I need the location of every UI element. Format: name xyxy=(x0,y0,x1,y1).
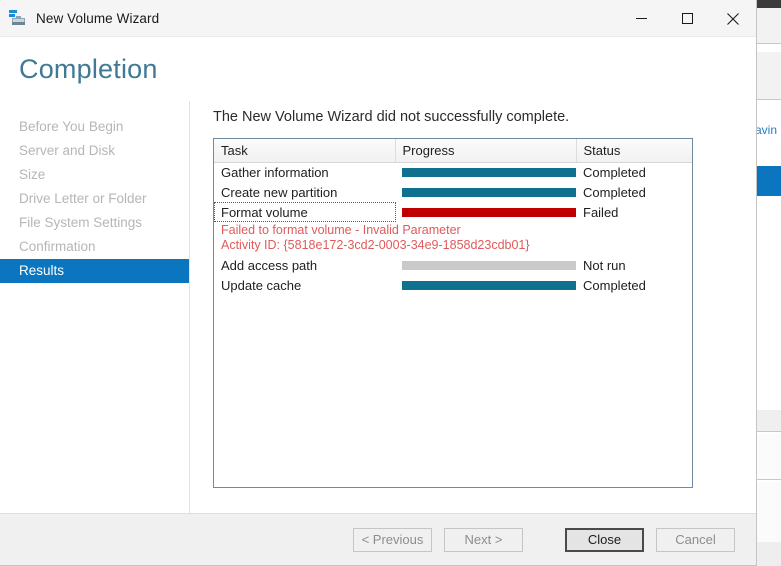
error-message-line-1: Failed to format volume - Invalid Parame… xyxy=(221,223,461,237)
progress-cell xyxy=(395,202,576,222)
progress-cell xyxy=(395,255,576,275)
background-cell xyxy=(755,434,781,480)
progress-bar xyxy=(402,260,576,270)
next-button[interactable]: Next > xyxy=(444,527,523,552)
close-icon[interactable] xyxy=(710,0,756,37)
progress-bar xyxy=(402,207,576,217)
table-row-selected[interactable]: Format volume Failed xyxy=(214,202,692,222)
column-header-status[interactable]: Status xyxy=(576,139,692,163)
progress-bar xyxy=(402,187,576,197)
new-volume-wizard-window: New Volume Wizard Completion Before You … xyxy=(0,0,757,566)
error-activity-id: Activity ID: {5818e172-3cd2-0003-34e9-18… xyxy=(221,238,530,252)
progress-bar xyxy=(402,167,576,177)
error-detail-cell: Failed to format volume - Invalid Parame… xyxy=(214,222,692,255)
completion-message: The New Volume Wizard did not successful… xyxy=(213,109,570,125)
error-message: Failed to format volume - Invalid Parame… xyxy=(221,222,692,255)
window-title: New Volume Wizard xyxy=(36,10,160,26)
minimize-icon[interactable] xyxy=(618,0,664,37)
volume-wizard-icon xyxy=(9,9,27,27)
task-name: Format volume xyxy=(214,202,396,222)
background-partial-text: avin xyxy=(755,123,778,137)
status-text: Completed xyxy=(583,184,646,200)
task-name: Create new partition xyxy=(221,184,338,200)
table-row[interactable]: Create new partition Completed xyxy=(214,182,692,202)
progress-bar xyxy=(402,280,576,290)
sidebar-item-drive-letter-or-folder[interactable]: Drive Letter or Folder xyxy=(0,187,189,211)
table-row[interactable]: Gather information Completed xyxy=(214,162,692,182)
table-row[interactable]: Add access path Not run xyxy=(214,255,692,275)
task-name: Gather information xyxy=(221,164,329,180)
table-header-row: Task Progress Status xyxy=(214,139,692,163)
title-bar: New Volume Wizard xyxy=(0,0,756,37)
column-header-task[interactable]: Task xyxy=(214,139,396,163)
error-detail-row: Failed to format volume - Invalid Parame… xyxy=(214,222,692,255)
background-cell xyxy=(755,542,781,566)
status-text: Not run xyxy=(583,257,626,273)
progress-cell xyxy=(395,275,576,295)
wizard-content: The New Volume Wizard did not successful… xyxy=(190,101,756,513)
background-cell xyxy=(755,410,781,432)
task-name: Update cache xyxy=(221,277,302,293)
sidebar-item-before-you-begin[interactable]: Before You Begin xyxy=(0,115,189,139)
maximize-icon[interactable] xyxy=(664,0,710,37)
task-label: Format volume xyxy=(221,204,308,220)
page-title: Completion xyxy=(19,53,158,84)
previous-button[interactable]: < Previous xyxy=(353,527,432,552)
wizard-footer: < Previous Next > Close Cancel xyxy=(0,513,756,565)
progress-cell xyxy=(395,162,576,182)
column-header-progress[interactable]: Progress xyxy=(395,139,577,163)
sidebar-item-server-and-disk[interactable]: Server and Disk xyxy=(0,139,189,163)
status-text: Completed xyxy=(583,164,646,180)
window-controls xyxy=(618,0,756,37)
sidebar-item-file-system-settings[interactable]: File System Settings xyxy=(0,211,189,235)
screen: avin New Volume Wizard Completion Before… xyxy=(0,0,781,566)
background-blue-button[interactable] xyxy=(755,166,781,196)
task-name: Add access path xyxy=(221,257,318,273)
cancel-button[interactable]: Cancel xyxy=(656,527,735,552)
wizard-body: Before You Begin Server and Disk Size Dr… xyxy=(0,101,756,513)
results-panel: Task Progress Status Gather information xyxy=(213,138,693,488)
background-cell xyxy=(755,52,781,100)
sidebar-item-results[interactable]: Results xyxy=(0,259,189,283)
status-text: Completed xyxy=(583,277,646,293)
page-header: Completion xyxy=(0,37,756,101)
table-row[interactable]: Update cache Completed xyxy=(214,275,692,295)
close-button[interactable]: Close xyxy=(565,527,644,552)
background-cell xyxy=(755,8,781,44)
sidebar-item-confirmation[interactable]: Confirmation xyxy=(0,235,189,259)
background-cell xyxy=(755,482,781,542)
sidebar-item-size[interactable]: Size xyxy=(0,163,189,187)
wizard-step-navigation: Before You Begin Server and Disk Size Dr… xyxy=(0,101,190,513)
progress-cell xyxy=(395,182,576,202)
status-text: Failed xyxy=(583,204,619,220)
results-table: Task Progress Status Gather information xyxy=(214,139,692,295)
